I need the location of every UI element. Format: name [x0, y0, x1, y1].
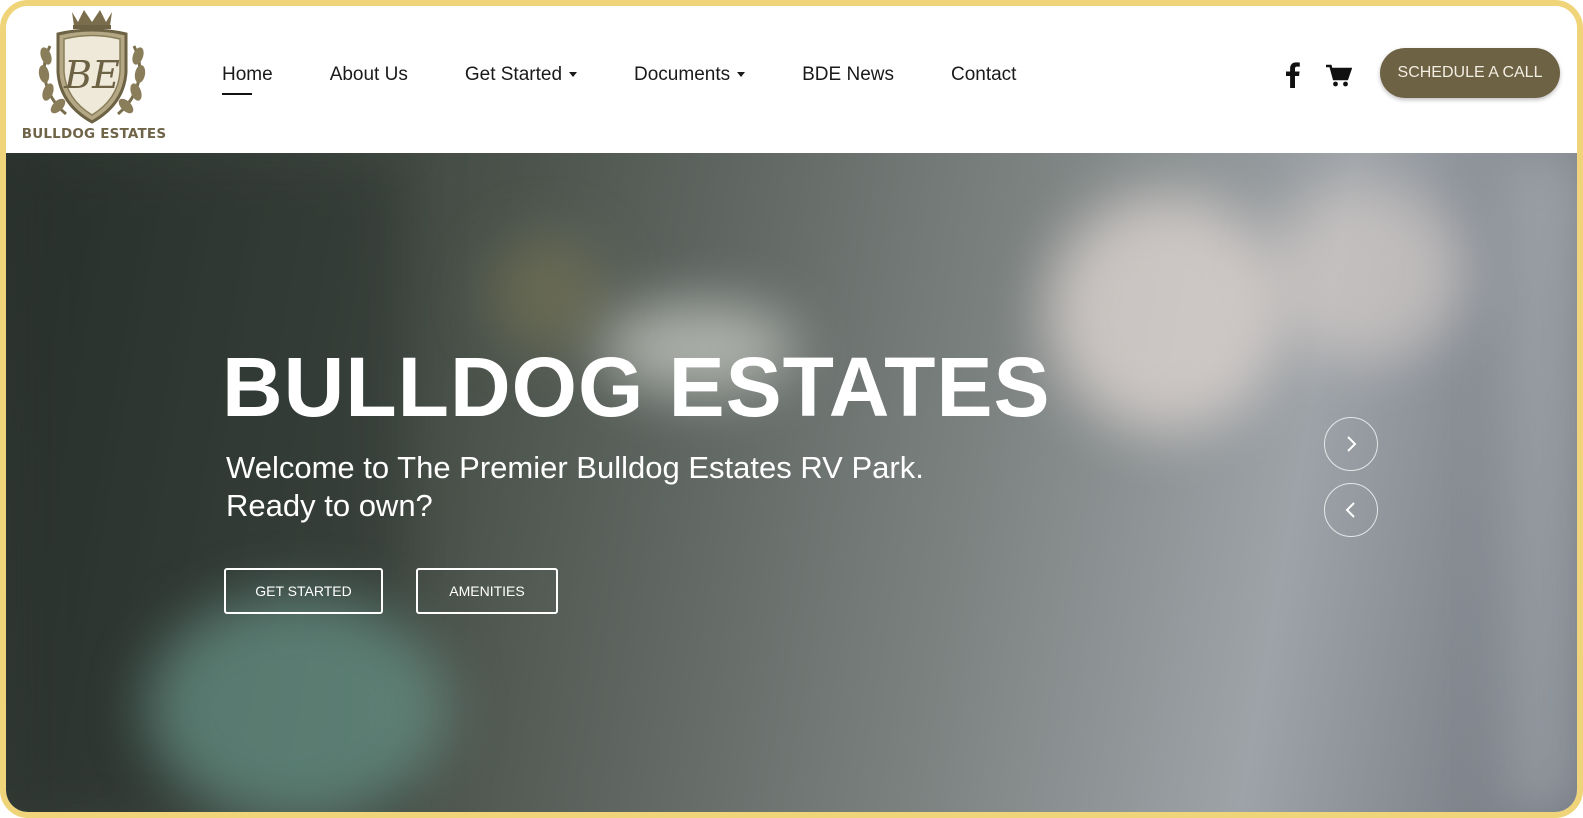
nav-item-label: Contact: [950, 64, 1017, 85]
nav-item-about-us[interactable]: About Us: [330, 64, 408, 86]
caret-down-icon: [737, 72, 746, 78]
hero-slider: BULLDOG ESTATES Welcome to The Premier B…: [6, 153, 1577, 812]
get-started-button[interactable]: GET STARTED: [224, 568, 383, 614]
site-header: BE BULLDOG ESTATES Home About Us Get Sta…: [6, 6, 1577, 153]
nav-item-label: Documents: [634, 64, 731, 85]
hero-background: [1046, 193, 1286, 433]
nav-item-contact[interactable]: Contact: [951, 64, 1016, 86]
nav-item-label: About Us: [329, 64, 408, 85]
hero-subtitle-line: Welcome to The Premier Bulldog Estates R…: [226, 450, 924, 485]
slider-prev-button[interactable]: [1324, 483, 1378, 537]
logo-text: BULLDOG ESTATES: [21, 126, 167, 142]
amenities-button[interactable]: AMENITIES: [416, 568, 558, 614]
main-nav: Home About Us Get Started Documents BDE …: [222, 64, 1073, 95]
nav-item-label: Home: [222, 64, 273, 85]
hero-background: [1266, 183, 1466, 363]
nav-item-label: Get Started: [464, 64, 563, 85]
hero-subtitle: Welcome to The Premier Bulldog Estates R…: [226, 449, 986, 525]
nav-item-home[interactable]: Home: [222, 64, 273, 95]
site-logo[interactable]: BE BULLDOG ESTATES: [12, 6, 172, 148]
crest-icon: BE: [38, 10, 146, 124]
caret-down-icon: [569, 72, 578, 78]
svg-text:BE: BE: [63, 53, 120, 97]
nav-item-bde-news[interactable]: BDE News: [802, 64, 894, 86]
slider-next-button[interactable]: [1324, 417, 1378, 471]
facebook-icon[interactable]: [1286, 62, 1300, 88]
hero-background: [146, 593, 446, 812]
nav-item-documents[interactable]: Documents: [634, 64, 746, 86]
chevron-left-icon: [1345, 502, 1355, 518]
browser-frame: BE BULLDOG ESTATES Home About Us Get Sta…: [0, 0, 1583, 818]
hero-background: [1506, 153, 1577, 812]
hero-background: [486, 233, 606, 353]
chevron-right-icon: [1347, 436, 1357, 452]
nav-item-label: BDE News: [802, 64, 894, 85]
hero-subtitle-line: Ready to own?: [226, 488, 433, 523]
hero-title: BULLDOG ESTATES: [222, 340, 1051, 434]
nav-item-get-started[interactable]: Get Started: [464, 64, 578, 86]
schedule-call-button[interactable]: SCHEDULE A CALL: [1380, 48, 1560, 98]
cart-icon[interactable]: [1326, 64, 1353, 88]
